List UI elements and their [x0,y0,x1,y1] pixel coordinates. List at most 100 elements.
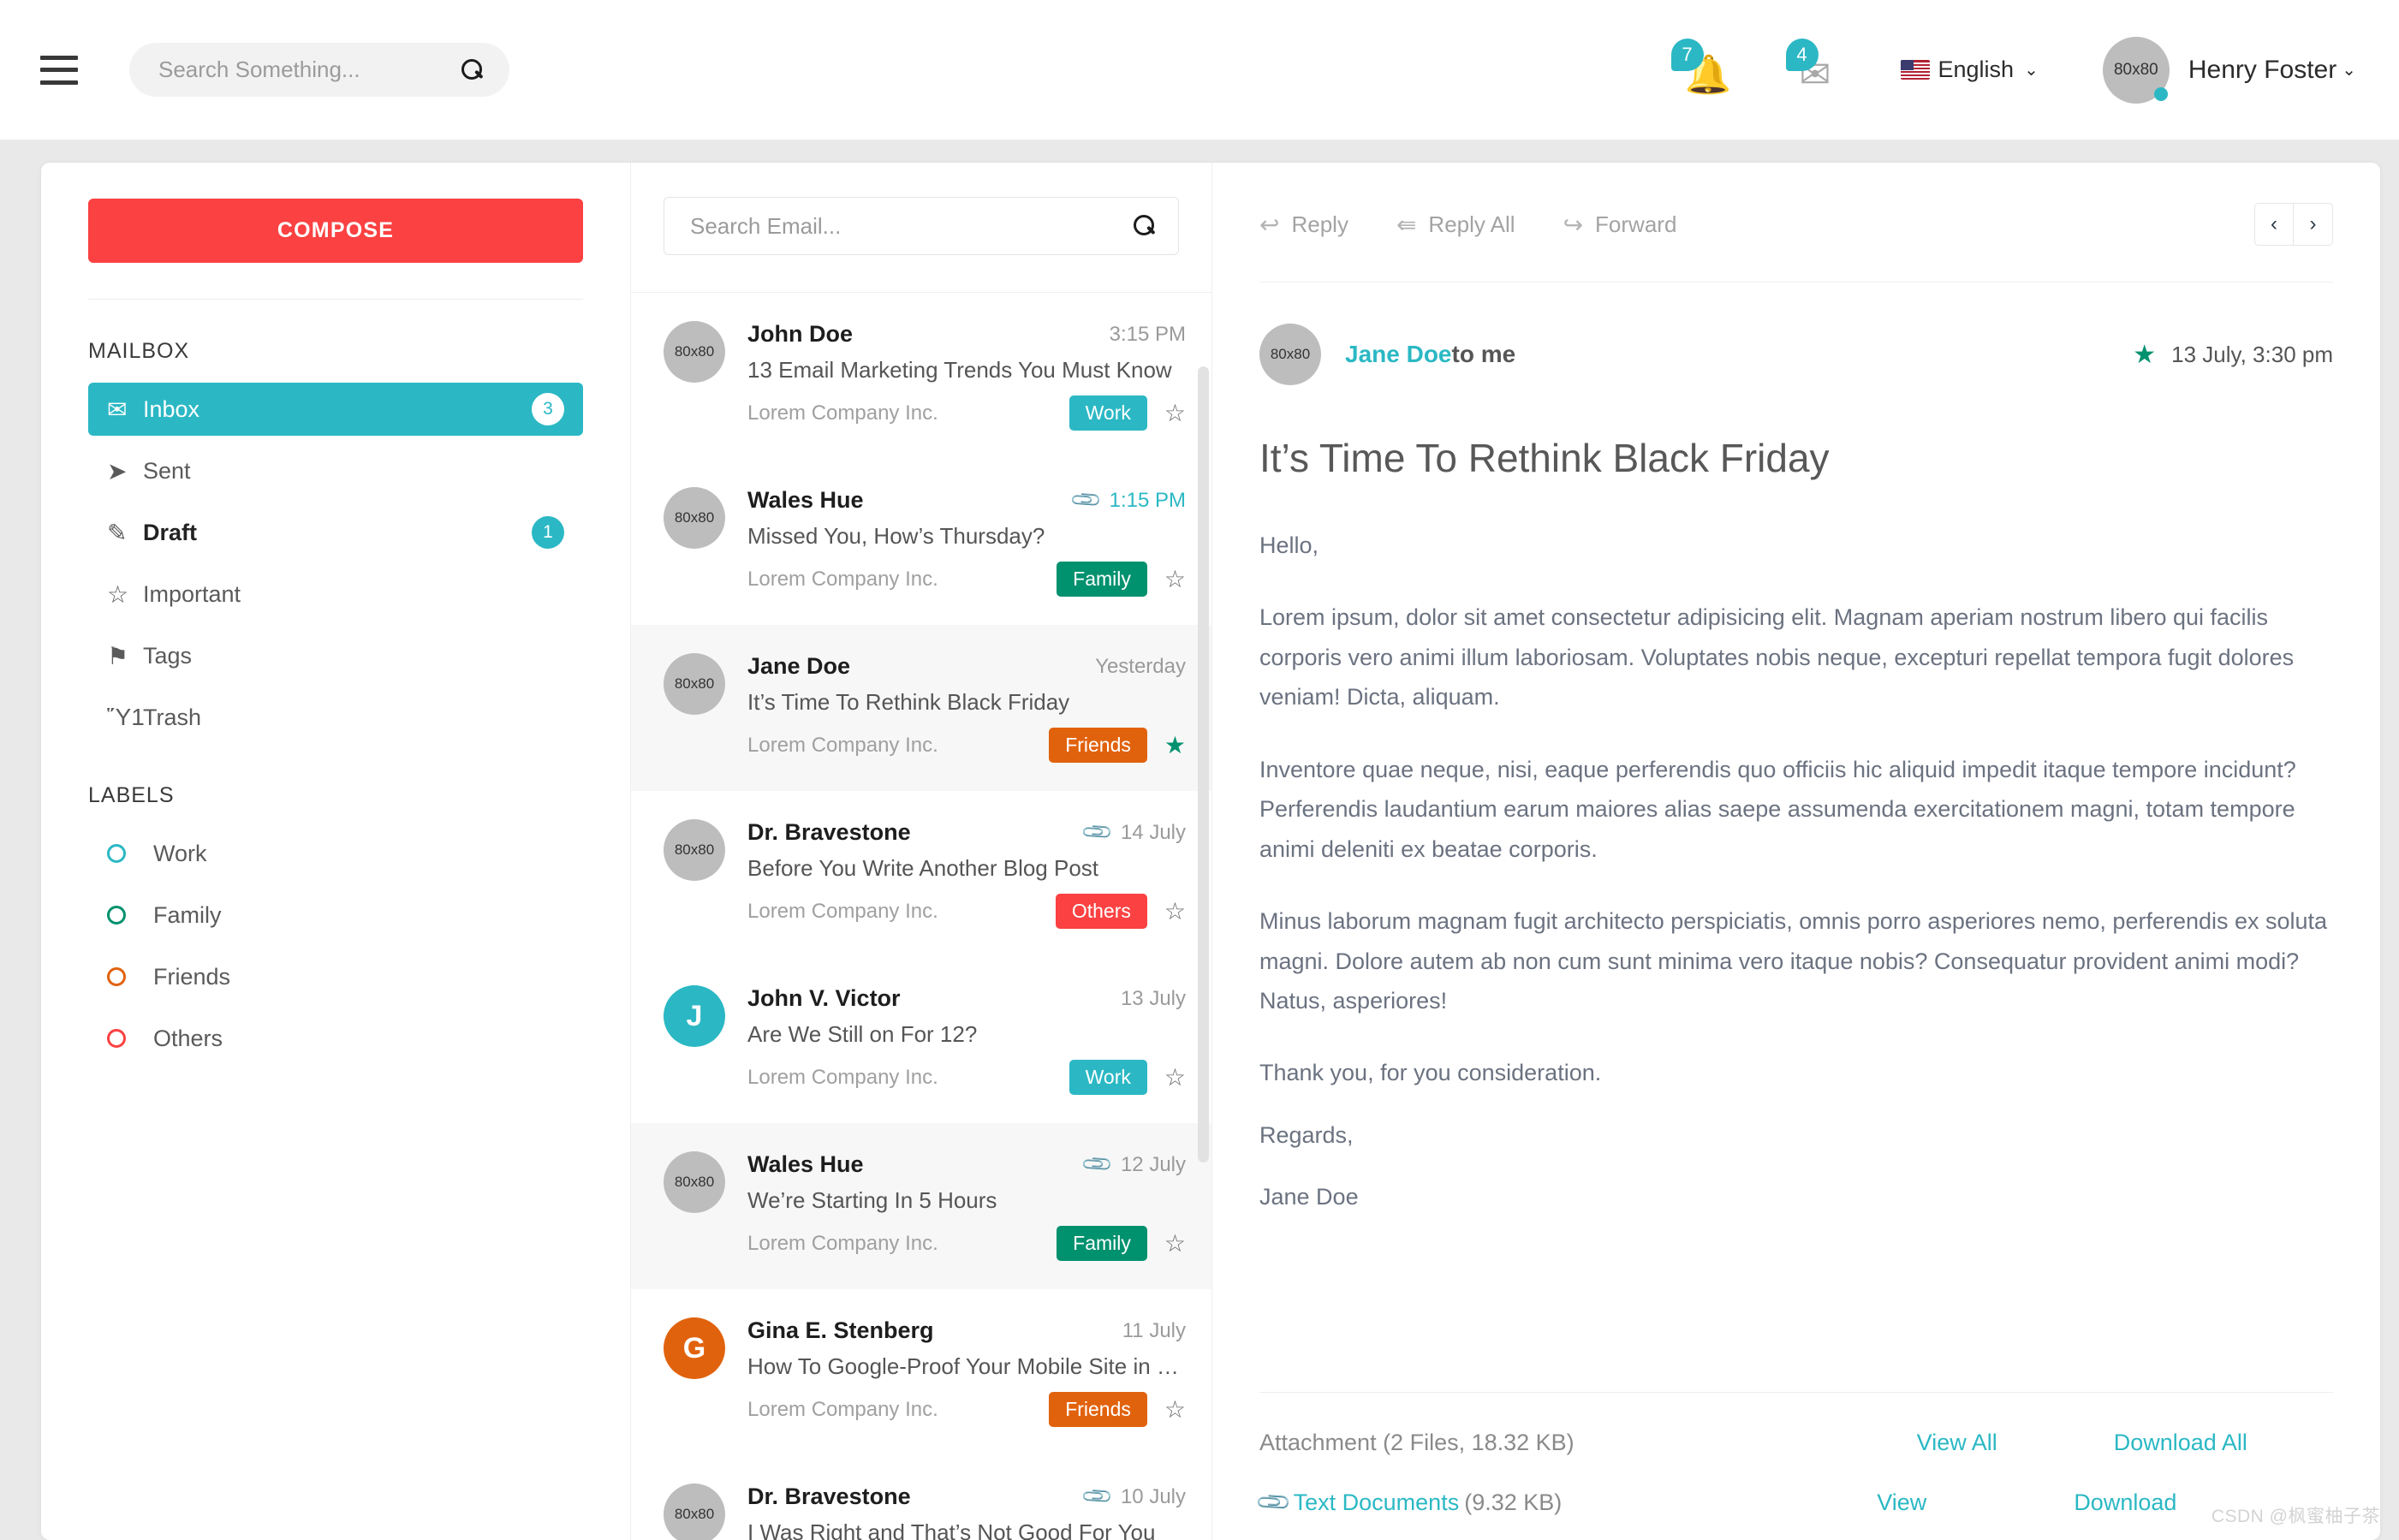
email-list[interactable]: 80x80 John Doe 3:15 PM 13 Email Marketing T… [631,293,1211,1540]
paperclip-icon: 📎 [1080,1479,1116,1514]
email-timestamp: 3:15 PM [1109,322,1186,346]
label-item-label: Friends [153,963,231,990]
circle-icon [107,1029,126,1048]
attachment-download-link[interactable]: Download [2074,1489,2176,1516]
sidebar-item-trash[interactable]: Ὕ1 Trash [88,691,583,744]
email-sender-name: Wales Hue [747,487,864,513]
sidebar-item-sent[interactable]: ➤ Sent [88,444,583,497]
message-paragraph: Inventore quae neque, nisi, eaque perfer… [1259,756,2296,862]
scrollbar-thumb[interactable] [1198,366,1209,1162]
sidebar-item-label: Draft [143,519,198,545]
email-tag-badge[interactable]: Friends [1049,1392,1147,1427]
email-company: Lorem Company Inc. [747,401,938,425]
messages-button[interactable]: 4 ✉ [1785,36,1849,104]
star-icon[interactable]: ☆ [1164,1397,1186,1422]
forward-button[interactable]: ↪ Forward [1563,211,1677,239]
email-item-bottom-row: Lorem Company Inc. Friends ★ [747,728,1186,763]
email-tag-badge[interactable]: Others [1055,894,1147,929]
reply-all-arrow-icon: ⇚ [1396,211,1417,238]
reply-arrow-icon: ↩ [1259,211,1280,238]
star-icon[interactable]: ☆ [1164,401,1186,425]
attachment-file[interactable]: 📎 Text Documents (9.32 KB) [1254,1484,1562,1522]
sidebar-item-inbox[interactable]: ✉ Inbox 3 [88,383,583,436]
sidebar-item-label: Inbox [143,395,200,422]
star-icon[interactable]: ☆ [1164,899,1186,924]
global-search-input[interactable] [158,56,461,83]
sidebar-item-label: Trash [143,704,202,730]
message-paragraph: Hello, [1259,532,1319,558]
email-list-item[interactable]: J John V. Victor 13 July Are We Still on Fo… [631,957,1211,1123]
avatar: 80x80 [664,653,725,715]
email-list-item[interactable]: G Gina E. Stenberg 11 July How To Google-Pr… [631,1289,1211,1455]
email-list-item[interactable]: 80x80 Wales Hue 📎 12 July We’re Starting In … [631,1123,1211,1289]
email-subject: 13 Email Marketing Trends You Must Know [747,357,1172,383]
email-item-top-row: Wales Hue 📎 1:15 PM [747,483,1186,517]
email-list-item[interactable]: 80x80 Dr. Bravestone 📎 14 July Before You Wr… [631,791,1211,957]
search-icon[interactable] [461,58,484,81]
top-header: 7 🔔 4 ✉ English ⌄ 80x80 Henry Foster ⌄ [0,0,2399,140]
attachment-view-link[interactable]: View [1877,1489,1926,1516]
email-subject: How To Google-Proof Your Mobile Site in … [747,1353,1179,1379]
sidebar-item-important[interactable]: ☆ Important [88,568,583,621]
reply-all-button[interactable]: ⇚ Reply All [1396,211,1515,239]
label-item-label: Others [153,1025,223,1051]
email-item-bottom-row: Lorem Company Inc. Work ☆ [747,395,1186,431]
sidebar-item-draft[interactable]: ✎ Draft 1 [88,506,583,559]
star-icon[interactable]: ★ [2133,340,2156,370]
user-profile-menu[interactable]: 80x80 Henry Foster ⌄ [2102,36,2356,104]
email-list-item[interactable]: 80x80 Jane Doe Yesterday It’s Time To Rethi… [631,625,1211,791]
avatar-text: J [686,999,703,1032]
attachment-file-name: Text Documents [1293,1489,1460,1515]
email-search-box[interactable] [664,197,1179,255]
email-list-item[interactable]: 80x80 Wales Hue 📎 1:15 PM Missed You, How’s … [631,459,1211,625]
email-item-bottom-row: Lorem Company Inc. Work ☆ [747,1060,1186,1095]
email-search-input[interactable] [690,212,1134,240]
previous-message-button[interactable]: ‹ [2254,203,2294,246]
star-icon[interactable]: ☆ [1164,1065,1186,1090]
email-tag-badge[interactable]: Family [1057,1226,1147,1261]
message-paragraph: Thank you, for you consideration. [1259,1060,1602,1086]
email-tag-badge[interactable]: Friends [1049,728,1147,763]
reader-toolbar: ↩ Reply ⇚ Reply All ↪ Forward ‹ › [1259,197,2333,252]
search-icon[interactable] [1134,215,1156,237]
forward-arrow-icon: ↪ [1563,211,1584,238]
star-icon[interactable]: ☆ [1164,1231,1186,1256]
reply-button[interactable]: ↩ Reply [1259,211,1348,239]
email-item-top-row: John Doe 3:15 PM [747,321,1186,348]
download-all-link[interactable]: Download All [2114,1430,2247,1456]
hamburger-menu-icon[interactable] [40,55,78,85]
chevron-down-icon: ⌄ [2024,61,2039,80]
email-subject: We’re Starting In 5 Hours [747,1187,997,1213]
trash-icon: Ὕ1 [107,704,145,730]
email-list-scrollbar[interactable] [1198,366,1209,1531]
email-tag-badge[interactable]: Family [1057,562,1147,597]
global-search-box[interactable] [129,43,509,97]
email-sender-name: John V. Victor [747,985,901,1011]
email-item-bottom-row: Lorem Company Inc. Family ☆ [747,1226,1186,1261]
message-date: 13 July, 3:30 pm [2171,341,2333,367]
star-icon: ☆ [107,580,129,608]
email-item-top-row: Wales Hue 📎 12 July [747,1147,1186,1181]
label-item-family[interactable]: Family [88,889,583,942]
sidebar-item-label: Tags [143,642,193,669]
email-tag-badge[interactable]: Work [1069,1060,1147,1095]
view-all-link[interactable]: View All [1917,1430,1997,1456]
label-item-others[interactable]: Others [88,1012,583,1065]
email-list-item[interactable]: 80x80 Dr. Bravestone 📎 10 July I Was Right a… [631,1455,1211,1540]
notifications-button[interactable]: 7 🔔 [1670,36,1735,104]
compose-button[interactable]: COMPOSE [88,199,583,263]
email-tag-badge[interactable]: Work [1069,395,1147,431]
sender-name[interactable]: Jane Doe [1345,341,1452,368]
message-paragraph: Minus laborum magnam fugit architecto pe… [1259,908,2328,1014]
mailbox-nav: ✉ Inbox 3 ➤ Sent ✎ Draft 1 ☆ Important ⚑ Tags Ὕ1 Tras… [88,383,583,744]
star-icon[interactable]: ★ [1164,733,1186,758]
email-list-item[interactable]: 80x80 John Doe 3:15 PM 13 Email Marketing T… [631,293,1211,459]
language-selector[interactable]: English ⌄ [1900,56,2039,83]
next-message-button[interactable]: › [2294,203,2333,246]
user-name: Henry Foster [2188,55,2337,84]
label-item-work[interactable]: Work [88,827,583,880]
email-item-body: Dr. Bravestone 📎 10 July I Was Right and Th… [747,1479,1186,1540]
label-item-friends[interactable]: Friends [88,950,583,1003]
sidebar-item-tags[interactable]: ⚑ Tags [88,629,583,682]
star-icon[interactable]: ☆ [1164,567,1186,592]
